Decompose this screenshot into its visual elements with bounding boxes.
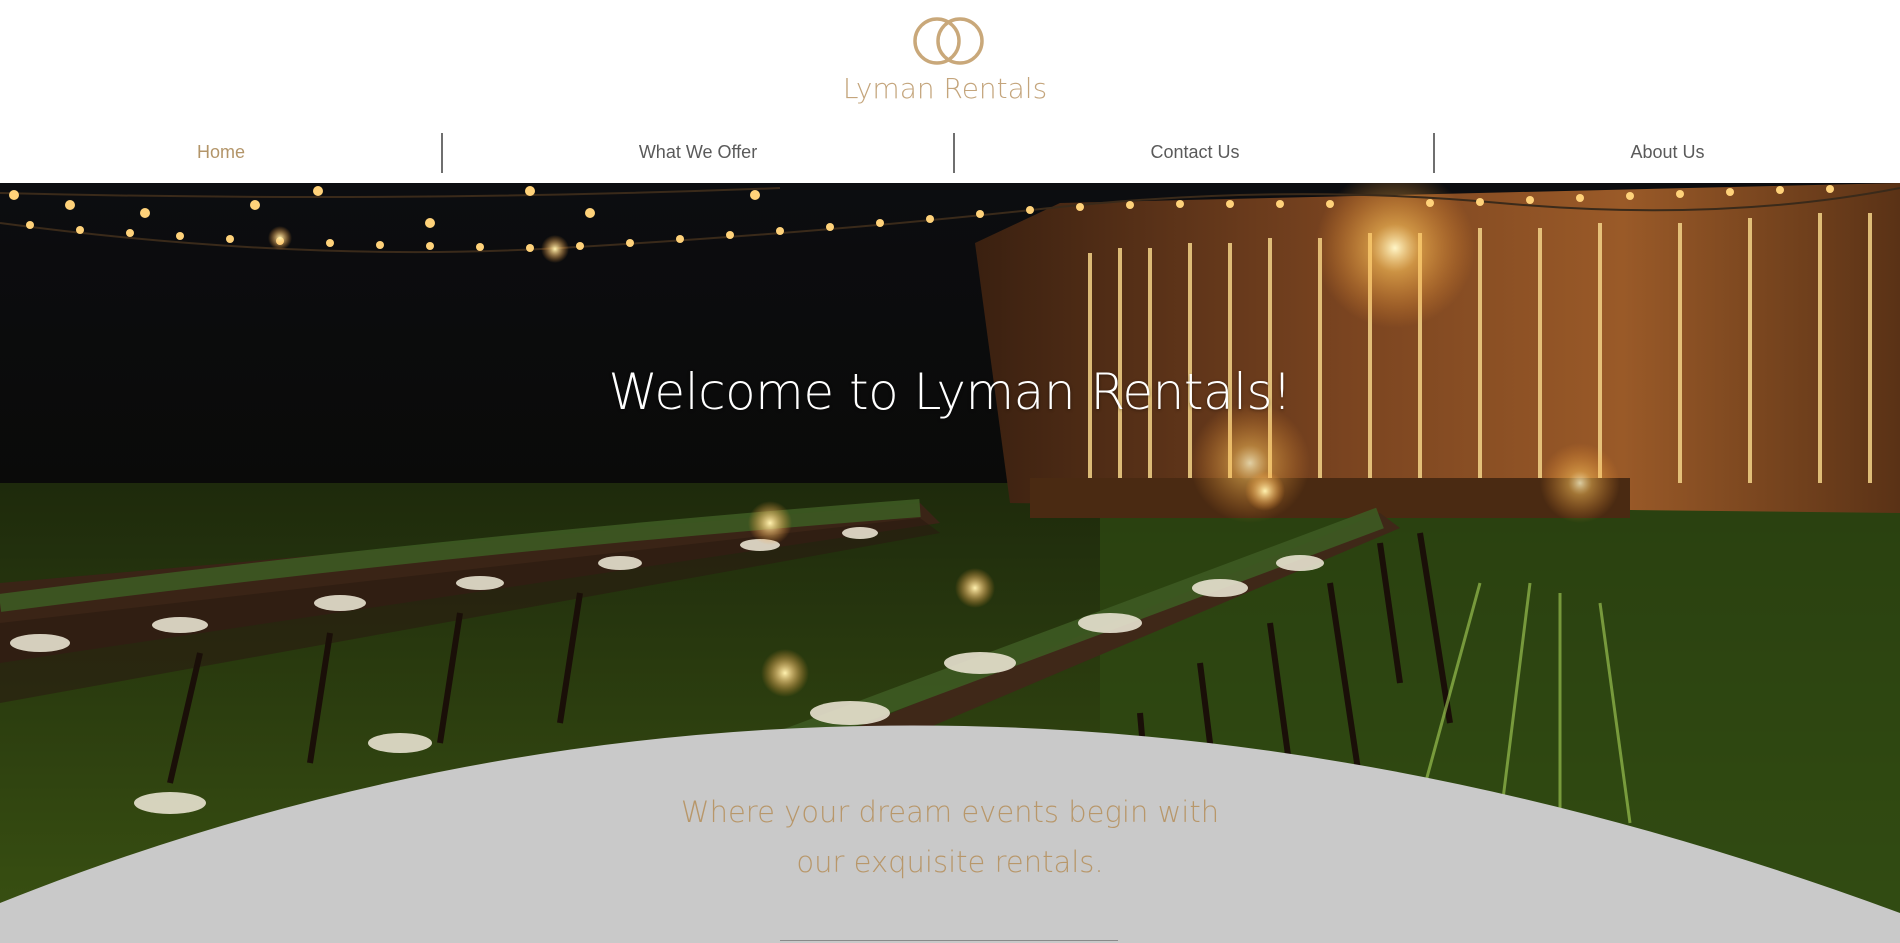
site-title[interactable]: Lyman Rentals xyxy=(0,72,1890,105)
nav-item-about-us[interactable]: About Us xyxy=(1435,130,1900,174)
nav-item-contact-us[interactable]: Contact Us xyxy=(955,130,1435,174)
wedding-rings-icon[interactable] xyxy=(910,15,990,67)
nav-item-home[interactable]: Home xyxy=(0,130,442,174)
tagline-line-1: Where your dream events begin with xyxy=(680,795,1220,829)
site-header: Lyman Rentals Home What We Offer Contact… xyxy=(0,0,1900,183)
section-divider xyxy=(780,940,1118,941)
hero-section: Welcome to Lyman Rentals! Where your dre… xyxy=(0,183,1900,943)
hero-title: Welcome to Lyman Rentals! xyxy=(608,363,1292,421)
hero-tagline: Where your dream events begin with our e… xyxy=(600,787,1300,887)
nav-item-what-we-offer[interactable]: What We Offer xyxy=(443,130,953,174)
main-nav: Home What We Offer Contact Us About Us xyxy=(0,130,1900,174)
tagline-line-2: our exquisite rentals. xyxy=(796,845,1104,879)
